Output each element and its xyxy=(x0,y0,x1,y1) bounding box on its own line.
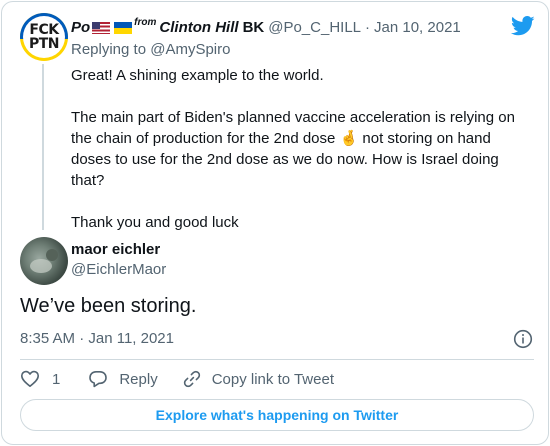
like-count: 1 xyxy=(52,370,61,388)
main-handle[interactable]: @EichlerMaor xyxy=(71,260,166,280)
twitter-bird-icon[interactable] xyxy=(511,16,535,36)
main-avatar[interactable] xyxy=(20,237,68,285)
explore-twitter-button[interactable]: Explore what's happening on Twitter xyxy=(20,399,534,431)
heart-icon xyxy=(21,370,39,387)
us-flag-icon xyxy=(92,22,111,34)
parent-display-name-main[interactable]: Clinton Hill xyxy=(159,18,238,38)
tweet-timestamp[interactable]: 8:35 AM · Jan 11, 2021 xyxy=(20,329,174,349)
main-tweet-text: We’ve been storing. xyxy=(20,295,197,317)
main-display-name[interactable]: maor eichler xyxy=(71,240,160,260)
copy-link-button[interactable]: Copy link to Tweet xyxy=(182,369,334,389)
parent-paragraph-3: Thank you and good luck xyxy=(71,214,239,231)
tweet-embed-card: FCK PTN Po from Clinton Hill BK @Po_C_HI… xyxy=(1,1,549,445)
divider xyxy=(20,359,534,360)
parent-date[interactable]: Jan 10, 2021 xyxy=(374,18,461,38)
parent-paragraph-2: The main part of Biden's planned vaccine… xyxy=(71,107,533,191)
crossed-fingers-icon: 🤞 xyxy=(339,129,359,147)
meta-separator: · xyxy=(365,19,371,36)
copy-link-label: Copy link to Tweet xyxy=(211,370,334,388)
like-button[interactable]: 1 xyxy=(20,369,60,389)
parent-tweet-header: Po from Clinton Hill BK @Po_C_HILL · Jan… xyxy=(71,17,541,38)
parent-paragraph-1: Great! A shining example to the world. xyxy=(71,67,324,84)
ukraine-flag-icon xyxy=(114,22,133,34)
thread-connector-line xyxy=(42,64,44,230)
from-superscript: from xyxy=(134,17,157,28)
avatar-text-line-1: FCK xyxy=(29,22,59,38)
avatar-text-line-2: PTN xyxy=(28,36,60,52)
link-icon xyxy=(183,370,200,388)
parent-tweet-text: Great! A shining example to the world. T… xyxy=(71,65,533,233)
reply-label: Reply xyxy=(119,370,158,388)
info-icon[interactable] xyxy=(513,329,533,349)
tweet-actions-bar: 1 Reply Copy link to Tweet xyxy=(20,368,334,390)
reply-button[interactable]: Reply xyxy=(88,369,158,389)
replying-to-line: Replying to @AmySpiro xyxy=(71,40,230,60)
parent-display-name-tail[interactable]: BK xyxy=(243,18,265,38)
replying-to-handle[interactable]: @AmySpiro xyxy=(150,41,230,58)
parent-handle[interactable]: @Po_C_HILL xyxy=(268,18,361,38)
replying-to-label: Replying to xyxy=(71,41,147,58)
parent-avatar[interactable]: FCK PTN xyxy=(20,13,68,61)
parent-display-name-prefix[interactable]: Po xyxy=(71,18,90,38)
speech-bubble-icon xyxy=(89,371,108,388)
